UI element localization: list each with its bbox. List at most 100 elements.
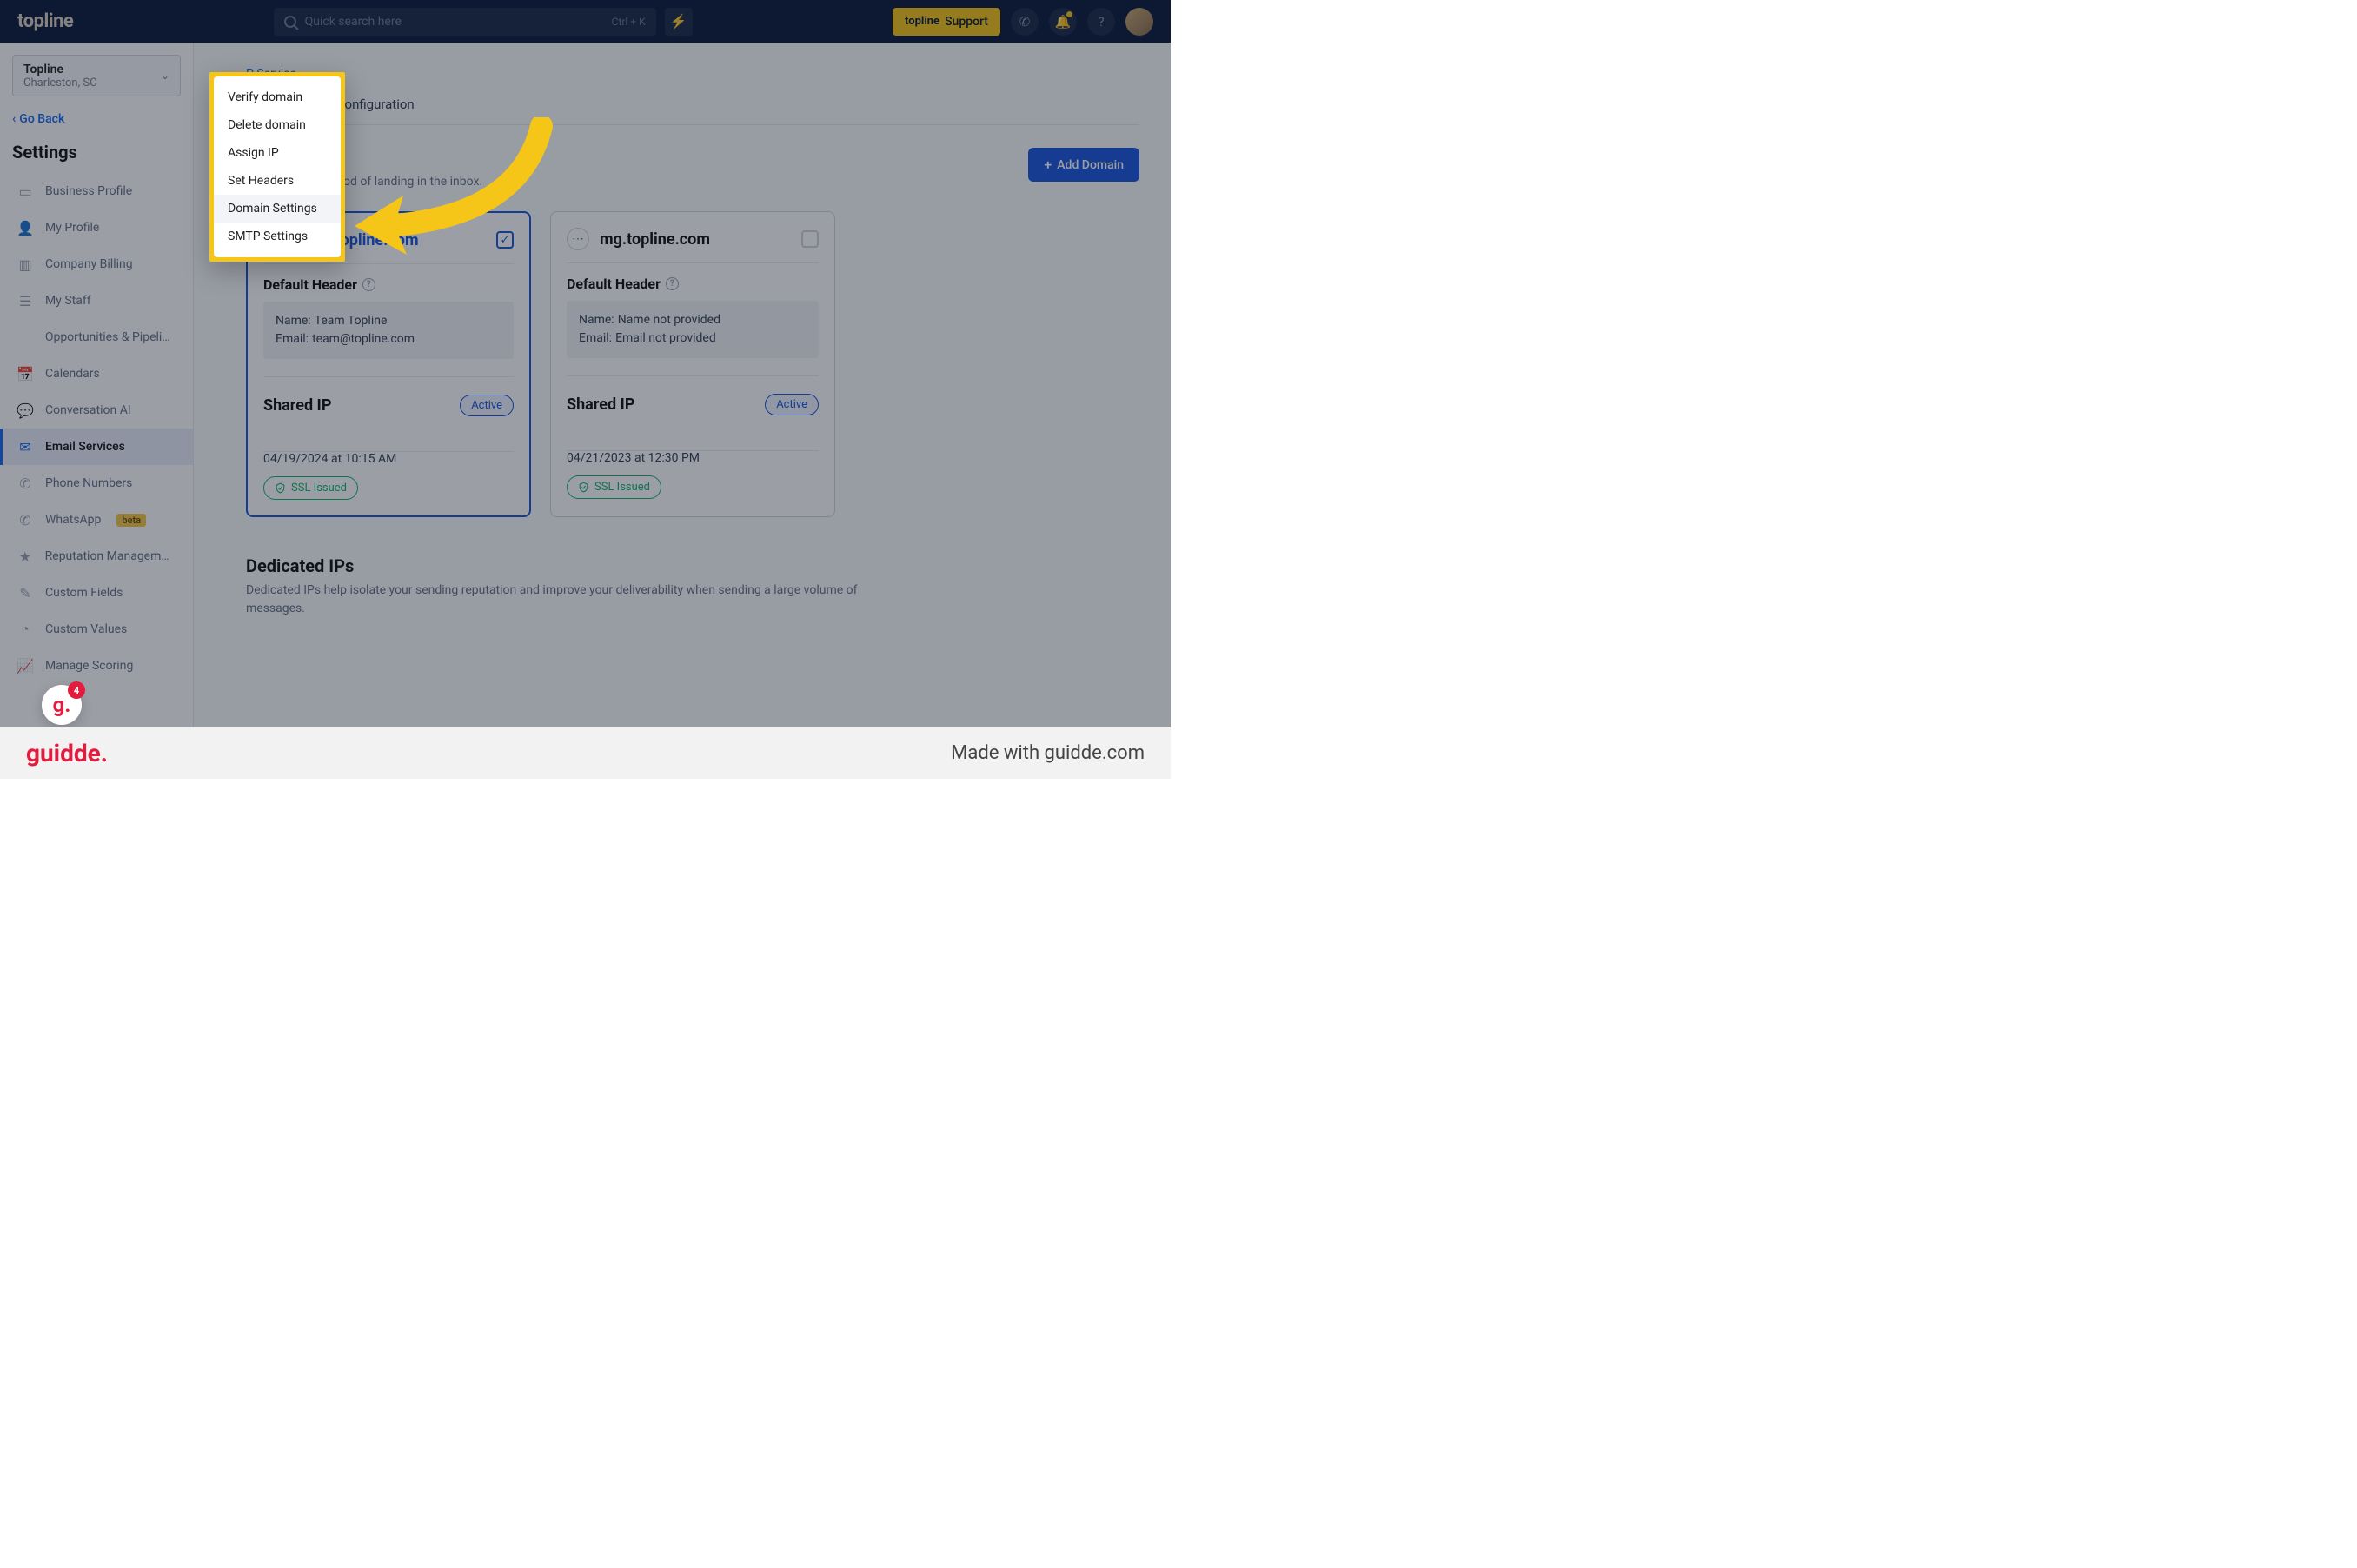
guidde-footer: guidde. Made with guidde.com [0,727,1171,779]
sidebar-item-reputation-management[interactable]: ★ Reputation Management [0,538,193,575]
name-label: Name: [276,312,311,330]
star-icon: ★ [17,548,33,564]
notifications-button[interactable]: 🔔 [1049,8,1077,36]
sidebar-item-my-profile[interactable]: 👤 My Profile [0,209,193,246]
fields-icon: ✎ [17,585,33,601]
guidde-badge-count: 4 [68,681,85,699]
default-header-box: Name:Name not provided Email:Email not p… [567,301,819,358]
phone-icon: ✆ [17,475,33,491]
topbar-right: topline Support ✆ 🔔 ? [893,8,1153,36]
add-domain-button[interactable]: + Add Domain [1028,148,1139,182]
menu-item-set-headers[interactable]: Set Headers [214,167,341,195]
avatar[interactable] [1125,8,1153,36]
sidebar-item-email-services[interactable]: ✉ Email Services [0,429,193,465]
header-email-value: Email not provided [615,329,716,348]
shield-icon [275,482,286,494]
sidebar-item-label: WhatsApp [45,513,101,527]
sidebar-item-label: Email Services [45,440,125,454]
sidebar-item-business-profile[interactable]: ▭Business Profile [0,173,193,209]
sidebar: Topline Charleston, SC ⌄ ‹ Go Back Setti… [0,43,194,779]
guidde-badge[interactable]: g. 4 [42,685,82,725]
dedicated-ips-section: Dedicated IPs Dedicated IPs help isolate… [246,555,1139,618]
org-switcher[interactable]: Topline Charleston, SC ⌄ [12,55,181,96]
mail-icon: ✉ [17,439,33,455]
check-icon: ✓ [501,234,510,247]
help-button[interactable]: ? [1087,8,1115,36]
user-icon: 👤 [17,220,33,236]
ip-status-badge: Active [460,395,514,416]
default-header-label: Default Header ? [567,276,819,292]
billing-icon: ▥ [17,256,33,272]
whatsapp-icon: ✆ [17,512,33,528]
default-header-label: Default Header ? [263,276,514,293]
sidebar-item-label: Reputation Management [45,549,176,563]
popover-highlight: Verify domainDelete domainAssign IPSet H… [209,72,345,262]
ip-status-badge: Active [765,394,819,415]
sidebar-item-phone-numbers[interactable]: ✆Phone Numbers [0,465,193,502]
topbar: topline Quick search here Ctrl + K ⚡ top… [0,0,1171,43]
guidde-g-icon: g. [53,693,71,717]
add-domain-label: Add Domain [1057,158,1124,172]
org-location: Charleston, SC [23,76,154,90]
search-wrap: Quick search here Ctrl + K ⚡ [274,8,693,36]
bolt-button[interactable]: ⚡ [665,8,693,36]
support-label: Support [945,15,988,29]
breadcrumb[interactable]: P Service [246,67,1139,81]
sidebar-item-manage-scoring[interactable]: 📈Manage Scoring [0,648,193,684]
brand-logo: topline [17,10,73,32]
menu-item-assign-ip[interactable]: Assign IP [214,139,341,167]
tabs: nDomain Configuration [246,96,1139,125]
guidde-logo: guidde. [26,739,108,767]
domain-card: ⋯ mg.topline.com Default Header ? Name:N… [550,211,835,517]
sidebar-item-label: My Profile [45,221,99,235]
section-header: omai proves the likelihood of landing in… [246,148,1139,189]
sidebar-item-label: Company Billing [45,257,133,271]
menu-item-verify-domain[interactable]: Verify domain [214,83,341,111]
domain-timestamp: 04/19/2024 at 10:15 AM [263,452,514,466]
default-header-box: Name:Team Topline Email:team@topline.com [263,302,514,359]
sidebar-item-opportunities-pipelin[interactable]: Opportunities & Pipelin… [0,319,193,355]
question-icon: ? [1098,14,1104,30]
go-back-link[interactable]: ‹ Go Back [12,112,181,126]
domain-actions-menu: Verify domainDelete domainAssign IPSet H… [214,76,341,257]
sidebar-item-conversation-ai[interactable]: 💬Conversation AI [0,392,193,429]
ssl-badge: SSL Issued [567,475,661,499]
values-icon: ◔ [17,621,33,637]
menu-item-domain-settings[interactable]: Domain Settings [214,195,341,223]
sidebar-item-whatsapp[interactable]: ✆WhatsAppbeta [0,502,193,538]
support-button[interactable]: topline Support [893,8,1000,36]
info-icon: ? [666,277,679,290]
sidebar-item-custom-fields[interactable]: ✎Custom Fields [0,575,193,611]
ellipsis-icon: ⋯ [572,232,584,246]
domain-select-checkbox[interactable] [801,230,819,248]
domain-more-button[interactable]: ⋯ [567,228,589,250]
call-button[interactable]: ✆ [1011,8,1039,36]
sidebar-item-my-staff[interactable]: ☰My Staff [0,282,193,319]
sidebar-item-label: Business Profile [45,184,132,198]
domain-select-checkbox[interactable]: ✓ [496,231,514,249]
pipeline-icon [17,329,33,345]
chevron-down-icon: ⌄ [161,70,169,82]
sidebar-item-company-billing[interactable]: ▥ Company Billing [0,246,193,282]
sidebar-heading: Settings [12,142,181,163]
quick-search[interactable]: Quick search here Ctrl + K [274,8,656,36]
header-name-value: Team Topline [315,312,388,330]
chevron-left-icon: ‹ [12,112,16,126]
menu-item-delete-domain[interactable]: Delete domain [214,111,341,139]
sidebar-item-custom-values[interactable]: ◔Custom Values [0,611,193,648]
sidebar-item-calendars[interactable]: 📅Calendars [0,355,193,392]
header-email-value: team@topline.com [312,330,415,349]
staff-icon: ☰ [17,293,33,309]
sidebar-item-label: Opportunities & Pipelin… [45,330,176,344]
search-icon [284,16,296,28]
menu-item-smtp-settings[interactable]: SMTP Settings [214,223,341,250]
ssl-badge: SSL Issued [263,476,358,500]
guidde-tagline: Made with guidde.com [951,742,1145,764]
info-icon: ? [362,278,375,291]
dedicated-ips-subtitle: Dedicated IPs help isolate your sending … [246,581,906,618]
org-text: Topline Charleston, SC [23,63,154,90]
search-shortcut: Ctrl + K [612,16,646,28]
shield-icon [578,482,589,493]
shared-ip-label: Shared IP [567,395,634,414]
plus-icon: + [1044,156,1052,173]
